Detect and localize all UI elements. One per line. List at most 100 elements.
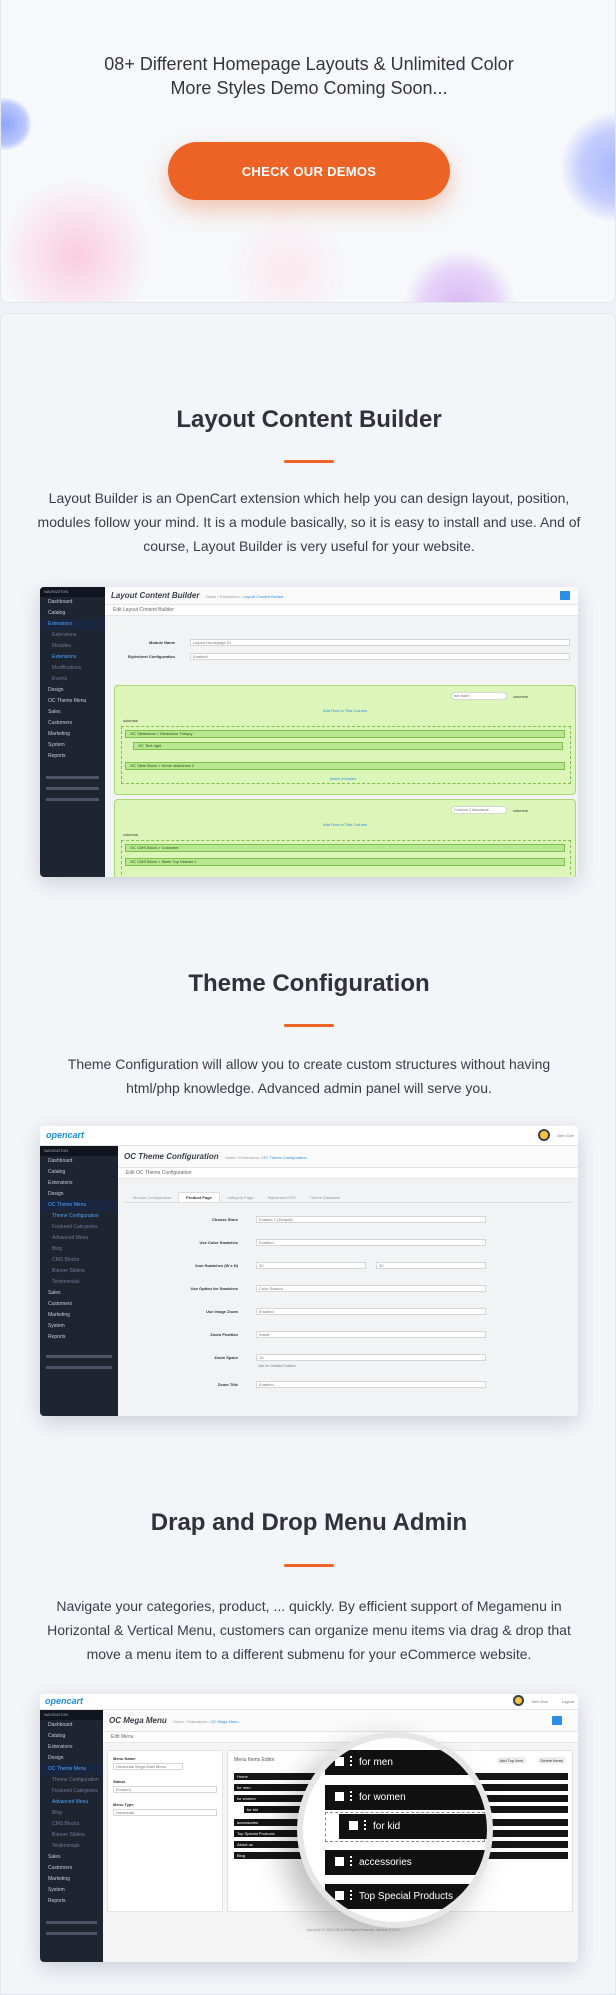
breadcrumb-ext[interactable]: Extensions — [239, 1155, 259, 1160]
sidebar-item[interactable]: Dashboard — [40, 1720, 103, 1731]
sidebar-item[interactable]: Marketing — [40, 729, 105, 740]
sidebar-item[interactable]: Catalog — [40, 608, 105, 619]
module-row[interactable]: OC Slideshow > Slideshow Theqoy — [125, 730, 565, 738]
user-name[interactable]: John Doe — [531, 1699, 548, 1704]
icon-width-input[interactable]: 30 — [256, 1262, 366, 1269]
sidebar-subitem[interactable]: Blog — [40, 1808, 103, 1819]
swatch-option-select[interactable]: Color Swatch — [256, 1285, 486, 1292]
sidebar-item[interactable]: Reports — [40, 751, 105, 762]
checkbox[interactable] — [335, 1757, 344, 1766]
sidebar-item[interactable]: Catalog — [40, 1731, 103, 1742]
sidebar-item[interactable]: Reports — [40, 1896, 103, 1907]
breadcrumb-ext[interactable]: Extensions — [187, 1719, 207, 1724]
sidebar-item[interactable]: Dashboard — [40, 1156, 118, 1167]
magnified-item-dragging[interactable]: for kid — [339, 1814, 487, 1839]
insert-modules-link[interactable]: Insert modules — [330, 776, 356, 781]
opencart-logo[interactable]: opencart — [46, 1130, 84, 1140]
sidebar-item[interactable]: Marketing — [40, 1310, 118, 1321]
sidebar-subitem[interactable]: Banner Sliders — [40, 1830, 103, 1841]
module-name-input[interactable]: Layout Homepage 01 — [190, 639, 570, 646]
zoom-space-input[interactable]: 10 — [256, 1354, 486, 1361]
opencart-logo[interactable]: opencart — [45, 1696, 83, 1706]
sidebar-subitem[interactable]: Testimonials — [40, 1277, 118, 1288]
add-top-item-button[interactable]: Add Top Item — [496, 1757, 526, 1764]
sidebar-item-extensions[interactable]: Extensions — [40, 619, 105, 630]
sidebar-item[interactable]: Sales — [40, 1852, 103, 1863]
sidebar-item[interactable]: Customers — [40, 718, 105, 729]
sidebar-subitem[interactable]: CMS Blocks — [40, 1255, 118, 1266]
breadcrumb-home[interactable]: Home — [206, 594, 217, 599]
sidebar-subitem[interactable]: Featured Categories — [40, 1786, 103, 1797]
sidebar-subitem[interactable]: Events — [40, 674, 105, 685]
row-class-input[interactable]: Custom Classname — [451, 806, 507, 814]
add-row-link[interactable]: Add Row In This Column — [323, 822, 367, 827]
sidebar-subitem[interactable]: Testimonials — [40, 1841, 103, 1852]
sidebar-item[interactable]: OC Theme Menu — [40, 696, 105, 707]
checkbox[interactable] — [335, 1891, 344, 1900]
menu-name-input[interactable]: Horizontal Mega Main Menu — [113, 1763, 183, 1770]
sidebar-item[interactable]: Catalog — [40, 1167, 118, 1178]
sidebar-subitem[interactable]: Advanced Menu — [40, 1233, 118, 1244]
sidebar-item[interactable]: Customers — [40, 1863, 103, 1874]
sidebar-item-theme-menu[interactable]: OC Theme Menu — [40, 1764, 103, 1775]
magnified-item[interactable]: accessories — [325, 1850, 485, 1875]
row-class-input[interactable]: full width — [451, 692, 507, 700]
module-row[interactable]: OC CMS Block > Static Top Header 2 — [125, 858, 565, 866]
sidebar-item[interactable]: Extensions — [40, 1178, 118, 1189]
sidebar-item[interactable]: Reports — [40, 1332, 118, 1343]
add-row-link[interactable]: Add Row In This Column — [323, 708, 367, 713]
checkbox[interactable] — [349, 1821, 358, 1830]
module-row[interactable]: OC Slide Block > Home slideshow 2 — [125, 762, 565, 770]
sidebar-item[interactable]: System — [40, 740, 105, 751]
user-name[interactable]: John Doe — [557, 1133, 574, 1138]
color-swatches-select[interactable]: Enabled — [256, 1239, 486, 1246]
module-row[interactable]: OC CMS Block > Customer — [125, 844, 565, 852]
delete-items-button[interactable]: Delete Items — [537, 1757, 566, 1764]
sidebar-subitem[interactable]: Banner Sliders — [40, 1266, 118, 1277]
sidebar-subitem[interactable]: Featured Categories — [40, 1222, 118, 1233]
breadcrumb-home[interactable]: Home — [173, 1719, 184, 1724]
checkbox[interactable] — [335, 1857, 344, 1866]
drag-handle-icon[interactable] — [350, 1856, 353, 1866]
sidebar-item[interactable]: Design — [40, 1189, 118, 1200]
checkbox[interactable] — [335, 1792, 344, 1801]
sidebar-item-theme-menu[interactable]: OC Theme Menu — [40, 1200, 118, 1211]
sidebar-item[interactable]: Sales — [40, 1288, 118, 1299]
zoom-position-select[interactable]: Inside — [256, 1331, 486, 1338]
sidebar-item[interactable]: Design — [40, 1753, 103, 1764]
sidebar-item[interactable]: Customers — [40, 1299, 118, 1310]
sidebar-item[interactable]: Design — [40, 685, 105, 696]
logout-link[interactable]: Logout — [562, 1699, 574, 1704]
save-button[interactable] — [560, 591, 570, 600]
drag-handle-icon[interactable] — [350, 1791, 353, 1801]
sidebar-item[interactable]: Marketing — [40, 1874, 103, 1885]
sidebar-subitem[interactable]: Extensions — [40, 630, 105, 641]
drag-handle-icon[interactable] — [350, 1756, 353, 1766]
sidebar-subitem[interactable]: Advanced Menu — [40, 1797, 103, 1808]
sidebar-item[interactable]: System — [40, 1321, 118, 1332]
breadcrumb-ext[interactable]: Extensions — [220, 594, 240, 599]
avatar[interactable] — [538, 1129, 550, 1141]
icon-height-input[interactable]: 30 — [376, 1262, 486, 1269]
breadcrumb-home[interactable]: Home — [225, 1155, 236, 1160]
sidebar-item[interactable]: Sales — [40, 707, 105, 718]
image-zoom-select[interactable]: Enabled — [256, 1308, 486, 1315]
sidebar-item[interactable]: System — [40, 1885, 103, 1896]
magnified-item[interactable]: for women — [325, 1785, 485, 1810]
sidebar-subitem[interactable]: Modules — [40, 641, 105, 652]
magnified-item[interactable]: for men — [325, 1750, 485, 1775]
status-select[interactable]: Enabled — [113, 1786, 217, 1793]
sidebar-item[interactable]: Dashboard — [40, 597, 105, 608]
sidebar-subitem[interactable]: CMS Blocks — [40, 1819, 103, 1830]
menu-type-select[interactable]: Horizontal — [113, 1809, 217, 1816]
sidebar-item[interactable]: Extensions — [40, 1742, 103, 1753]
drag-handle-icon[interactable] — [350, 1890, 353, 1900]
avatar[interactable] — [513, 1695, 524, 1706]
module-row[interactable]: OC Text right — [133, 742, 563, 750]
sidebar-subitem[interactable]: Theme Configuration — [40, 1775, 103, 1786]
store-select[interactable]: Enabler 1 (Default) — [256, 1216, 486, 1223]
stylesheet-select[interactable]: Enabled — [190, 653, 570, 660]
sidebar-subitem[interactable]: Blog — [40, 1244, 118, 1255]
drag-handle-icon[interactable] — [364, 1820, 367, 1830]
sidebar-subitem[interactable]: Modifications — [40, 663, 105, 674]
